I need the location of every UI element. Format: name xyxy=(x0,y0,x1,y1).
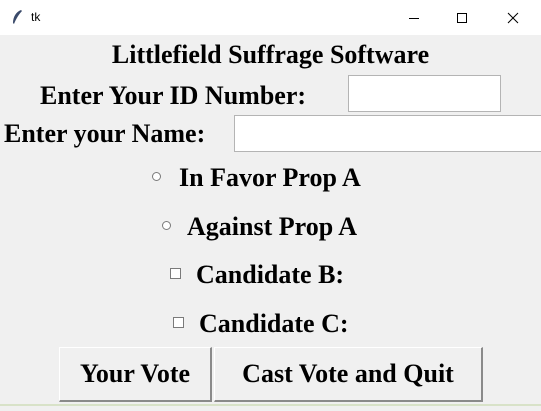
id-number-label: Enter Your ID Number: xyxy=(40,81,307,110)
maximize-button[interactable] xyxy=(438,0,486,35)
maximize-icon xyxy=(457,12,467,23)
radio-against-label[interactable]: Against Prop A xyxy=(187,212,357,242)
your-vote-button[interactable]: Your Vote xyxy=(59,347,212,402)
cast-vote-and-quit-button[interactable]: Cast Vote and Quit xyxy=(214,347,483,402)
candidate-b-label[interactable]: Candidate B: xyxy=(196,260,344,290)
minimize-button[interactable] xyxy=(390,0,438,35)
name-label: Enter your Name: xyxy=(4,119,206,148)
radio-button[interactable] xyxy=(162,221,171,230)
radio-favor-label[interactable]: In Favor Prop A xyxy=(179,163,361,193)
app-heading: Littlefield Suffrage Software xyxy=(111,40,430,69)
checkbox[interactable] xyxy=(170,268,181,279)
title-bar: tk xyxy=(0,0,541,35)
main-window-content: Littlefield Suffrage Software Enter Your… xyxy=(0,35,541,411)
tk-feather-icon xyxy=(13,10,22,24)
bottom-border xyxy=(0,404,541,406)
id-number-input[interactable] xyxy=(348,75,501,112)
window-title: tk xyxy=(31,10,41,24)
radio-button[interactable] xyxy=(152,172,161,181)
candidate-c-label[interactable]: Candidate C: xyxy=(199,309,349,339)
close-button[interactable] xyxy=(489,0,537,35)
name-input[interactable] xyxy=(234,115,541,152)
minimize-icon xyxy=(409,17,419,19)
checkbox[interactable] xyxy=(173,317,184,328)
close-icon xyxy=(507,12,519,23)
